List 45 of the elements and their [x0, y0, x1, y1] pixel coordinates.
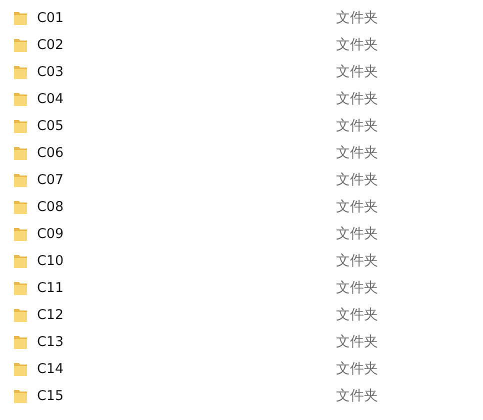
folder-type: 文件夹: [336, 278, 378, 296]
folder-type: 文件夹: [336, 360, 378, 378]
folder-icon: [14, 280, 27, 294]
folder-type: 文件夹: [336, 252, 378, 270]
folder-icon: [14, 362, 27, 376]
folder-name[interactable]: C01: [37, 10, 336, 26]
folder-icon: [14, 64, 27, 78]
folder-icon: [14, 38, 27, 52]
folder-icon: [14, 308, 27, 322]
folder-icon: [14, 200, 27, 214]
folder-name[interactable]: C12: [37, 306, 336, 322]
folder-icon: [14, 254, 27, 268]
folder-type: 文件夹: [336, 386, 378, 404]
folder-type: 文件夹: [336, 144, 378, 162]
folder-name[interactable]: C09: [37, 226, 336, 242]
folder-type: 文件夹: [336, 36, 378, 54]
folder-name[interactable]: C04: [37, 90, 336, 106]
folder-name[interactable]: C05: [37, 118, 336, 134]
folder-name[interactable]: C03: [37, 64, 336, 80]
folder-type: 文件夹: [336, 8, 378, 26]
folder-name[interactable]: C13: [37, 334, 336, 350]
folder-icon: [14, 172, 27, 186]
folder-name[interactable]: C11: [37, 280, 336, 296]
folder-name[interactable]: C10: [37, 252, 336, 268]
folder-type: 文件夹: [336, 90, 378, 108]
folder-name[interactable]: C08: [37, 198, 336, 214]
folder-type: 文件夹: [336, 224, 378, 242]
folder-name[interactable]: C06: [37, 144, 336, 160]
folder-name[interactable]: C07: [37, 172, 336, 188]
folder-type: 文件夹: [336, 198, 378, 216]
folder-icon: [14, 118, 27, 132]
folder-icon: [14, 92, 27, 106]
folder-type: 文件夹: [336, 332, 378, 350]
folder-icon: [14, 334, 27, 348]
folder-name[interactable]: C15: [37, 388, 336, 404]
folder-type: 文件夹: [336, 306, 378, 324]
folder-name[interactable]: C02: [37, 36, 336, 52]
folder-type: 文件夹: [336, 62, 378, 80]
folder-type: 文件夹: [336, 116, 378, 134]
folder-icon: [14, 226, 27, 240]
folder-type: 文件夹: [336, 170, 378, 188]
folder-name[interactable]: C14: [37, 360, 336, 376]
folder-icon: [14, 10, 27, 24]
folder-icon: [14, 146, 27, 160]
folder-icon: [14, 388, 27, 402]
